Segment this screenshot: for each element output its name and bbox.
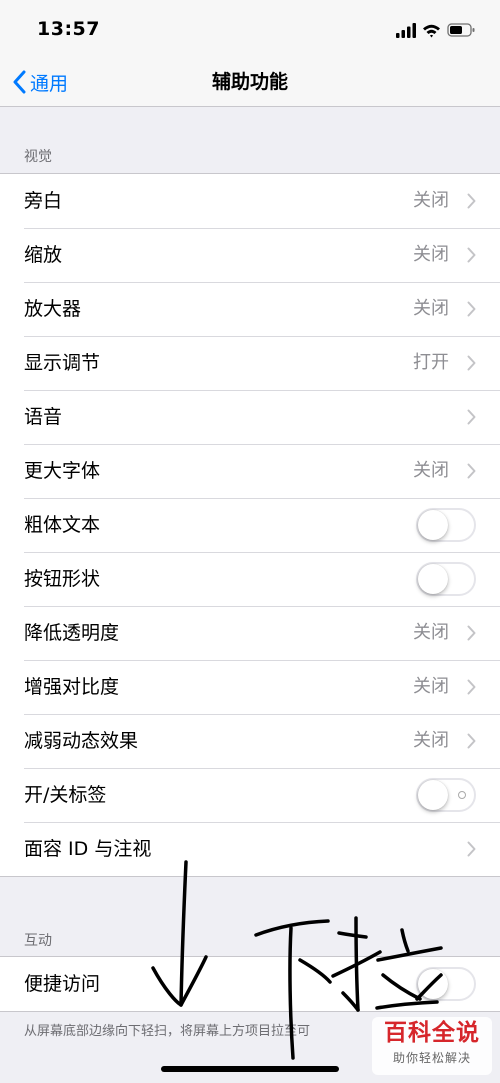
row-label: 放大器 bbox=[24, 298, 82, 320]
chevron-right-icon bbox=[467, 841, 476, 857]
row-button-shapes: 按钮形状 bbox=[0, 552, 500, 606]
wifi-icon bbox=[423, 24, 440, 38]
watermark-title: 百科全说 bbox=[384, 1020, 480, 1046]
toggle-knob bbox=[418, 564, 448, 594]
row-value: 关闭 bbox=[413, 730, 449, 751]
row-label: 开/关标签 bbox=[24, 784, 107, 806]
off-label-icon bbox=[458, 791, 466, 799]
watermark-subtitle: 助你轻松解决 bbox=[392, 1051, 471, 1065]
status-bar: 13:57 bbox=[0, 0, 500, 58]
row-value: 关闭 bbox=[413, 244, 449, 265]
bold-text-toggle[interactable] bbox=[416, 508, 476, 542]
row-value: 打开 bbox=[413, 352, 449, 373]
row-label: 缩放 bbox=[24, 244, 63, 266]
row-reachability: 便捷访问 bbox=[0, 957, 500, 1011]
chevron-right-icon bbox=[467, 463, 476, 479]
row-larger-text[interactable]: 更大字体 关闭 bbox=[0, 444, 500, 498]
row-label: 旁白 bbox=[24, 190, 63, 212]
row-value: 关闭 bbox=[413, 190, 449, 211]
status-icons bbox=[396, 20, 476, 40]
row-magnifier[interactable]: 放大器 关闭 bbox=[0, 282, 500, 336]
row-speech[interactable]: 语音 bbox=[0, 390, 500, 444]
row-voiceover[interactable]: 旁白 关闭 bbox=[0, 174, 500, 228]
row-display-accommodations[interactable]: 显示调节 打开 bbox=[0, 336, 500, 390]
row-label: 面容 ID 与注视 bbox=[24, 838, 152, 860]
row-value: 关闭 bbox=[413, 298, 449, 319]
toggle-knob bbox=[418, 510, 448, 540]
section-header-vision: 视觉 bbox=[24, 149, 52, 165]
chevron-right-icon bbox=[467, 355, 476, 371]
chevron-right-icon bbox=[467, 193, 476, 209]
home-indicator[interactable] bbox=[161, 1066, 339, 1072]
battery-icon bbox=[447, 23, 475, 37]
interaction-settings-group: 便捷访问 bbox=[0, 956, 500, 1012]
chevron-right-icon bbox=[467, 301, 476, 317]
row-value: 关闭 bbox=[413, 676, 449, 697]
reachability-toggle[interactable] bbox=[416, 967, 476, 1001]
chevron-right-icon bbox=[467, 247, 476, 263]
toggle-knob bbox=[418, 969, 448, 999]
row-value: 关闭 bbox=[413, 622, 449, 643]
toggle-knob bbox=[418, 780, 448, 810]
page-title: 辅助功能 bbox=[211, 71, 288, 93]
row-value: 关闭 bbox=[413, 460, 449, 481]
row-label: 粗体文本 bbox=[24, 514, 101, 536]
row-label: 按钮形状 bbox=[24, 568, 101, 590]
button-shapes-toggle[interactable] bbox=[416, 562, 476, 596]
row-reduce-motion[interactable]: 减弱动态效果 关闭 bbox=[0, 714, 500, 768]
section-header-interaction: 互动 bbox=[24, 933, 52, 949]
row-label: 语音 bbox=[24, 406, 63, 428]
reachability-footer-note: 从屏幕底部边缘向下轻扫，将屏幕上方项目拉至可 bbox=[24, 1024, 311, 1039]
row-face-id-attention[interactable]: 面容 ID 与注视 bbox=[0, 822, 500, 876]
row-reduce-transparency[interactable]: 降低透明度 关闭 bbox=[0, 606, 500, 660]
watermark-logo: 百科全说 助你轻松解决 bbox=[372, 1017, 492, 1075]
chevron-right-icon bbox=[467, 679, 476, 695]
signal-icon bbox=[396, 23, 416, 38]
row-increase-contrast[interactable]: 增强对比度 关闭 bbox=[0, 660, 500, 714]
row-on-off-labels: 开/关标签 bbox=[0, 768, 500, 822]
chevron-right-icon bbox=[467, 625, 476, 641]
row-label: 降低透明度 bbox=[24, 622, 120, 644]
row-label: 显示调节 bbox=[24, 352, 101, 374]
vision-settings-group: 旁白 关闭 缩放 关闭 放大器 关闭 显示调节 打开 语音 更大字体 关闭 粗体… bbox=[0, 173, 500, 877]
row-label: 便捷访问 bbox=[24, 973, 101, 995]
row-label: 减弱动态效果 bbox=[24, 730, 139, 752]
chevron-right-icon bbox=[467, 409, 476, 425]
navigation-bar: 通用 辅助功能 bbox=[0, 58, 500, 107]
status-time: 13:57 bbox=[37, 18, 100, 40]
on-off-labels-toggle[interactable] bbox=[416, 778, 476, 812]
row-label: 更大字体 bbox=[24, 460, 101, 482]
row-bold-text: 粗体文本 bbox=[0, 498, 500, 552]
row-label: 增强对比度 bbox=[24, 676, 120, 698]
chevron-right-icon bbox=[467, 733, 476, 749]
row-zoom[interactable]: 缩放 关闭 bbox=[0, 228, 500, 282]
